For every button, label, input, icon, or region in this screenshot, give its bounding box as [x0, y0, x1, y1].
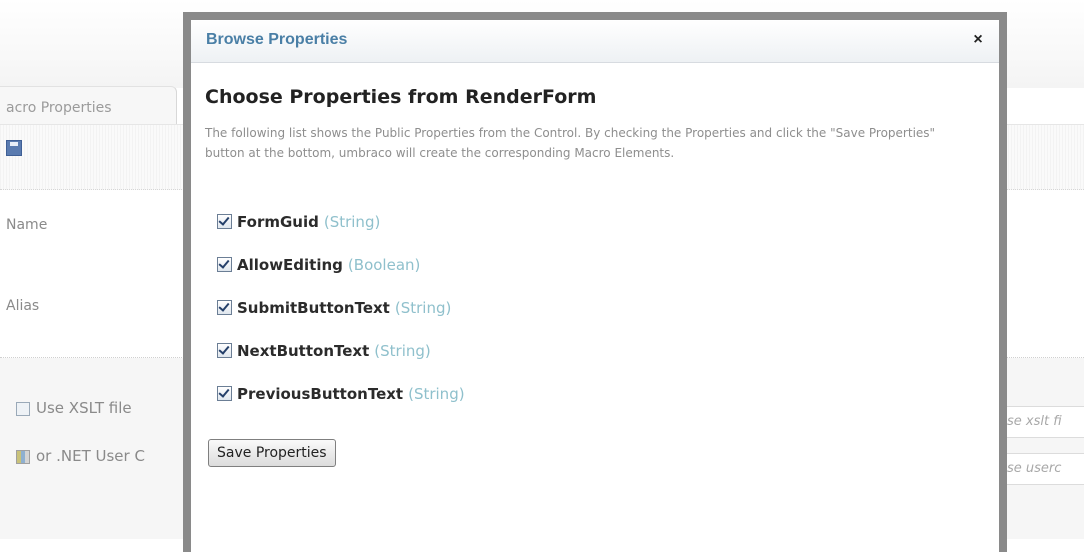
dialog-titlebar: Browse Properties × — [191, 20, 999, 63]
property-item-nextbuttontext: NextButtonText (String) — [217, 329, 465, 372]
checkbox-checked-icon[interactable] — [217, 214, 232, 229]
property-type: (String) — [394, 298, 452, 317]
property-type: (String) — [408, 384, 465, 403]
save-properties-button[interactable]: Save Properties — [208, 439, 336, 467]
dialog-description: The following list shows the Public Prop… — [205, 126, 936, 160]
tab-macro-properties-label: acro Properties — [6, 100, 112, 116]
property-name[interactable]: PreviousButtonText — [237, 385, 403, 403]
usercontrol-label: or .NET User C — [36, 447, 145, 465]
property-type: (String) — [374, 341, 431, 360]
property-name[interactable]: SubmitButtonText — [237, 299, 390, 317]
name-label: Name — [6, 217, 48, 233]
property-list: FormGuid (String) AllowEditing (Boolean)… — [217, 200, 465, 415]
browse-properties-dialog: Browse Properties × Choose Properties fr… — [183, 12, 1007, 552]
property-name[interactable]: FormGuid — [237, 213, 319, 231]
xslt-browse-input[interactable]: se xslt fi — [1004, 406, 1084, 438]
checkbox-checked-icon[interactable] — [217, 300, 232, 315]
property-item-previousbuttontext: PreviousButtonText (String) — [217, 372, 465, 415]
dialog-body: Browse Properties × Choose Properties fr… — [191, 20, 999, 552]
property-type: (Boolean) — [347, 255, 421, 274]
property-name[interactable]: NextButtonText — [237, 342, 369, 360]
dll-icon — [16, 450, 30, 464]
checkbox-checked-icon[interactable] — [217, 386, 232, 401]
xslt-file-label: Use XSLT file — [36, 399, 132, 417]
usercontrol-browse-input[interactable]: se userc — [1004, 453, 1084, 485]
dialog-title: Browse Properties — [206, 31, 348, 48]
page-title: Choose Properties from RenderForm — [205, 86, 597, 108]
property-item-allowediting: AllowEditing (Boolean) — [217, 243, 465, 286]
xslt-file-icon — [16, 402, 30, 416]
checkbox-checked-icon[interactable] — [217, 257, 232, 272]
checkbox-checked-icon[interactable] — [217, 343, 232, 358]
save-icon[interactable] — [6, 140, 22, 156]
close-icon[interactable]: × — [968, 29, 988, 51]
property-item-formguid: FormGuid (String) — [217, 200, 465, 243]
property-type: (String) — [323, 212, 381, 231]
alias-label: Alias — [6, 298, 40, 314]
property-name[interactable]: AllowEditing — [237, 256, 343, 274]
property-item-submitbuttontext: SubmitButtonText (String) — [217, 286, 465, 329]
